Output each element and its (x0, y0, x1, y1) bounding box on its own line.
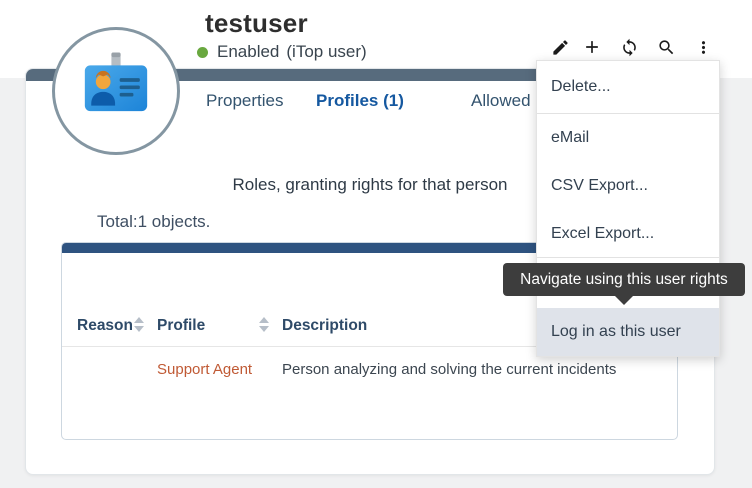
menu-item-email[interactable]: eMail (537, 114, 719, 162)
search-icon (657, 38, 676, 57)
user-avatar (52, 27, 180, 155)
refresh-button[interactable] (616, 34, 642, 60)
tab-allowed-organizations[interactable]: Allowed (471, 91, 531, 111)
status-enabled-dot (197, 47, 208, 58)
plus-icon (582, 37, 602, 57)
tab-profiles[interactable]: Profiles (1) (316, 91, 404, 111)
menu-item-login-as-user[interactable]: Log in as this user (537, 308, 719, 356)
edit-button[interactable] (547, 34, 573, 60)
tooltip-arrow (615, 296, 633, 305)
menu-item-excel-export[interactable]: Excel Export... (537, 210, 719, 257)
kebab-menu-icon (694, 38, 713, 57)
status-label: Enabled (217, 42, 279, 62)
status-detail: (iTop user) (286, 42, 366, 62)
total-objects-label: Total:1 objects. (97, 212, 210, 232)
column-header-reason[interactable]: Reason (77, 305, 133, 346)
tab-properties[interactable]: Properties (206, 91, 283, 111)
login-tooltip: Navigate using this user rights (503, 263, 745, 296)
more-actions-button[interactable] (690, 34, 716, 60)
actions-dropdown-menu: Delete... eMail CSV Export... Excel Expo… (536, 60, 720, 357)
column-header-profile[interactable]: Profile (157, 305, 205, 346)
sort-icon[interactable] (134, 317, 144, 332)
tooltip-text: Navigate using this user rights (520, 271, 728, 289)
menu-item-csv-export[interactable]: CSV Export... (537, 162, 719, 210)
new-button[interactable] (579, 34, 605, 60)
sort-icon[interactable] (259, 317, 269, 332)
search-button[interactable] (653, 34, 679, 60)
itop-user-detail-screen: Properties Profiles (1) Allowed Roles, g… (0, 0, 752, 488)
column-header-description: Description (282, 305, 367, 346)
page-title: testuser (205, 8, 308, 39)
pencil-icon (551, 38, 570, 57)
status-line: Enabled (iTop user) (197, 42, 367, 62)
id-badge-icon (72, 47, 160, 135)
profile-link[interactable]: Support Agent (157, 347, 252, 393)
menu-item-delete[interactable]: Delete... (537, 61, 719, 113)
refresh-icon (620, 38, 639, 57)
